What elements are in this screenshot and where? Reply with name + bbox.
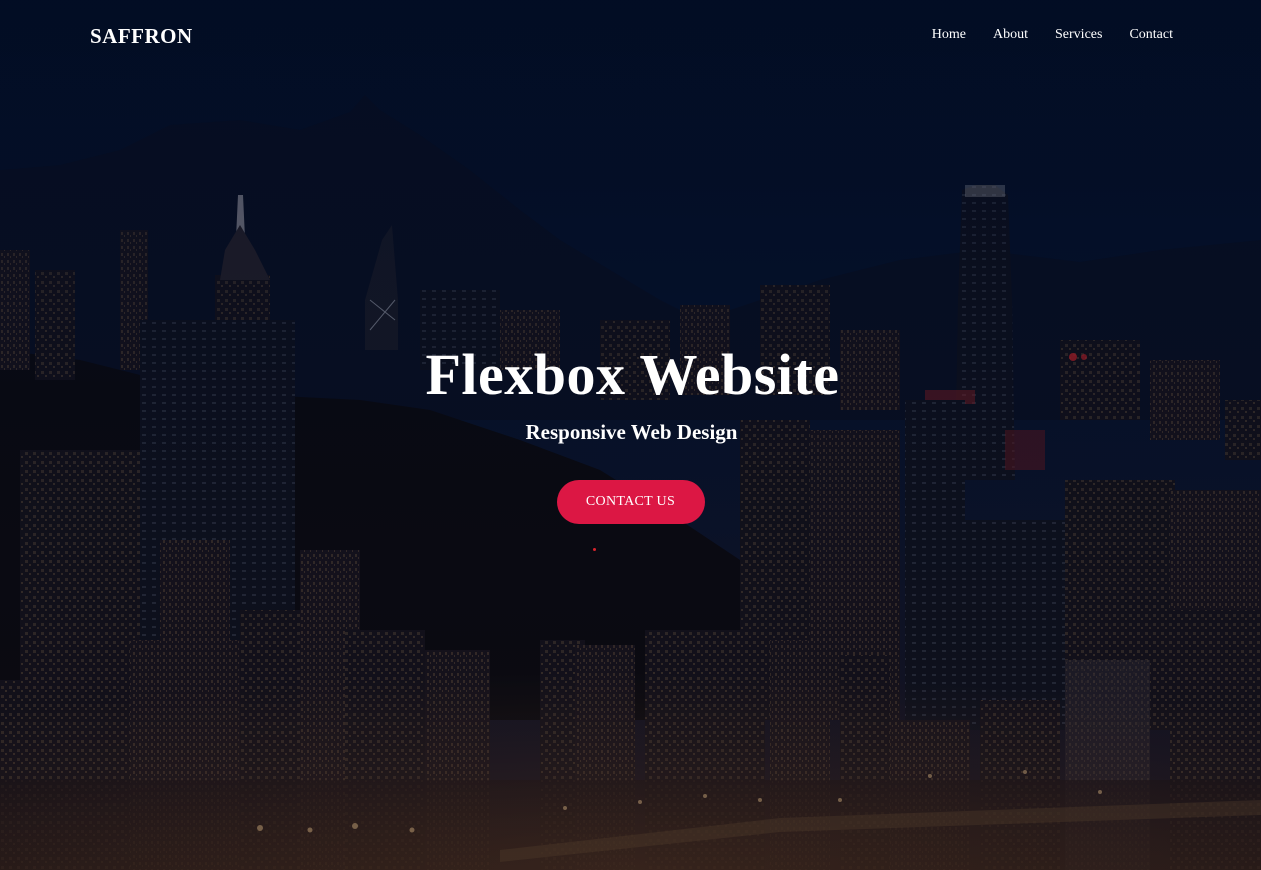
- hero-title: Flexbox Website: [425, 342, 840, 407]
- brand-logo[interactable]: SAFFRON: [90, 24, 193, 49]
- hero-subtitle: Responsive Web Design: [525, 420, 738, 444]
- nav-link-contact[interactable]: Contact: [1129, 27, 1173, 43]
- nav-links: Home About Services Contact: [905, 27, 1173, 43]
- nav-link-about[interactable]: About: [993, 27, 1028, 43]
- cursor-dot: [593, 548, 596, 551]
- hero-section: SAFFRON Home About Services Contact Flex…: [0, 0, 1261, 870]
- navbar: SAFFRON Home About Services Contact: [0, 0, 1261, 72]
- hero-content: Flexbox Website Responsive Web Design CO…: [0, 340, 1261, 524]
- contact-us-button[interactable]: CONTACT US: [556, 480, 705, 524]
- nav-link-home[interactable]: Home: [932, 27, 966, 43]
- nav-link-services[interactable]: Services: [1055, 27, 1102, 43]
